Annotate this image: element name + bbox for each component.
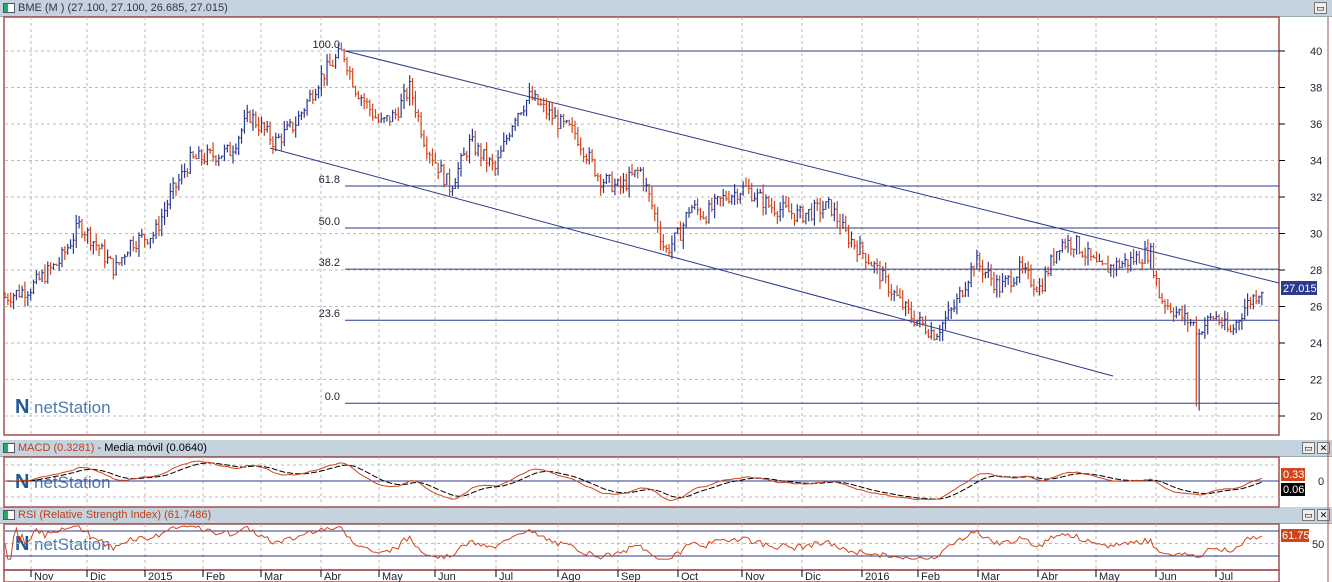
month-label: May — [382, 571, 403, 582]
price-axis-label: 30 — [1310, 229, 1322, 241]
month-label: Jul — [1219, 571, 1233, 582]
main-plot-frame — [3, 16, 1280, 436]
month-label: Mar — [264, 571, 283, 582]
rsi-plot-frame — [3, 523, 1280, 571]
last-price-label: 27.015 — [1283, 283, 1317, 295]
macd-line — [4, 460, 1263, 501]
chart-icon — [3, 443, 15, 453]
month-label: Dic — [90, 571, 106, 582]
month-label: Oct — [681, 571, 698, 582]
main-title: BME (M ) (27.100, 27.100, 26.685, 27.015… — [18, 2, 228, 14]
month-label: Dic — [805, 571, 821, 582]
month-label: Ago — [561, 571, 581, 582]
maximize-button[interactable]: ▭ — [1302, 509, 1315, 521]
macd-signal-value: 0.06 — [1283, 484, 1304, 496]
fib-label: 61.8 — [319, 174, 340, 186]
chart-icon — [3, 3, 15, 13]
rsi-line — [4, 525, 1263, 560]
close-button[interactable]: ✕ — [1317, 442, 1330, 454]
netstation-logo-icon: N — [15, 471, 29, 493]
month-label: Jun — [1159, 571, 1177, 582]
chart-icon — [3, 510, 15, 520]
channel-lower-line — [269, 147, 1114, 377]
last-price-badge — [1281, 280, 1317, 295]
channel-upper-line — [344, 50, 1280, 284]
price-axis-label: 32 — [1310, 192, 1322, 204]
month-label: Feb — [921, 571, 940, 582]
month-label: Nov — [745, 571, 765, 582]
macd-zero-label: 0 — [1318, 476, 1324, 488]
macd-signal-line — [5, 462, 1263, 500]
month-label: Feb — [206, 571, 225, 582]
month-label: Jun — [438, 571, 456, 582]
maximize-button[interactable]: ▭ — [1302, 442, 1315, 454]
macd-plot-frame — [3, 456, 1280, 508]
fib-label: 0.0 — [325, 391, 340, 403]
price-axis-label: 22 — [1310, 375, 1322, 387]
rsi-title-bar: RSI (Relative Strength Index) (61.7486) ▭… — [0, 507, 1332, 524]
fib-label: 50.0 — [319, 216, 340, 228]
macd-value-badge — [1281, 468, 1305, 481]
netstation-logo: netStation — [34, 535, 111, 554]
price-axis-label: 20 — [1310, 411, 1322, 423]
price-axis-label: 38 — [1310, 83, 1322, 95]
month-label: Sep — [621, 571, 641, 582]
rsi-value: 61.75 — [1282, 530, 1310, 542]
month-label: Nov — [34, 571, 54, 582]
date-axis-frame — [3, 569, 1280, 582]
rsi-value-badge — [1281, 529, 1309, 542]
rsi-title: RSI (Relative Strength Index) (61.7486) — [18, 509, 212, 521]
month-label: Abr — [324, 571, 341, 582]
month-label: May — [1099, 571, 1120, 582]
maximize-button[interactable]: ▭ — [1314, 2, 1327, 14]
price-axis-label: 40 — [1310, 46, 1322, 58]
netstation-logo-icon: N — [15, 533, 29, 555]
month-label: Jul — [499, 571, 513, 582]
main-title-bar: BME (M ) (27.100, 27.100, 26.685, 27.015… — [0, 0, 1332, 17]
close-button[interactable]: ✕ — [1317, 509, 1330, 521]
netstation-logo: netStation — [34, 398, 111, 417]
fib-label: 23.6 — [319, 308, 340, 320]
rsi-tick-label: 50 — [1312, 539, 1324, 551]
fib-label: 100.0 — [312, 39, 340, 51]
macd-signal-title: Media móvil (0.0640) — [104, 442, 207, 454]
netstation-logo: netStation — [34, 473, 111, 492]
macd-value: 0.33 — [1283, 469, 1304, 481]
month-label: 2016 — [865, 571, 889, 582]
month-label: Mar — [981, 571, 1000, 582]
month-label: Abr — [1041, 571, 1058, 582]
price-axis-label: 24 — [1310, 338, 1322, 350]
macd-title-bar: MACD (0.3281) - Media móvil (0.0640) ▭ ✕ — [0, 440, 1332, 457]
price-axis-label: 34 — [1310, 156, 1322, 168]
price-axis-label: 26 — [1310, 302, 1322, 314]
macd-signal-badge — [1281, 483, 1305, 496]
price-axis-label: 36 — [1310, 119, 1322, 131]
netstation-logo-icon: N — [15, 396, 29, 418]
price-chart: Nov Dic 2015 Feb Mar Abr May Jun Jul Ago Sep Oct Nov… — [3, 16, 1329, 582]
macd-title: MACD (0.3281) — [18, 442, 95, 454]
price-axis-label: 28 — [1310, 265, 1322, 277]
month-label: 2015 — [148, 571, 172, 582]
fib-label: 38.2 — [319, 257, 340, 269]
